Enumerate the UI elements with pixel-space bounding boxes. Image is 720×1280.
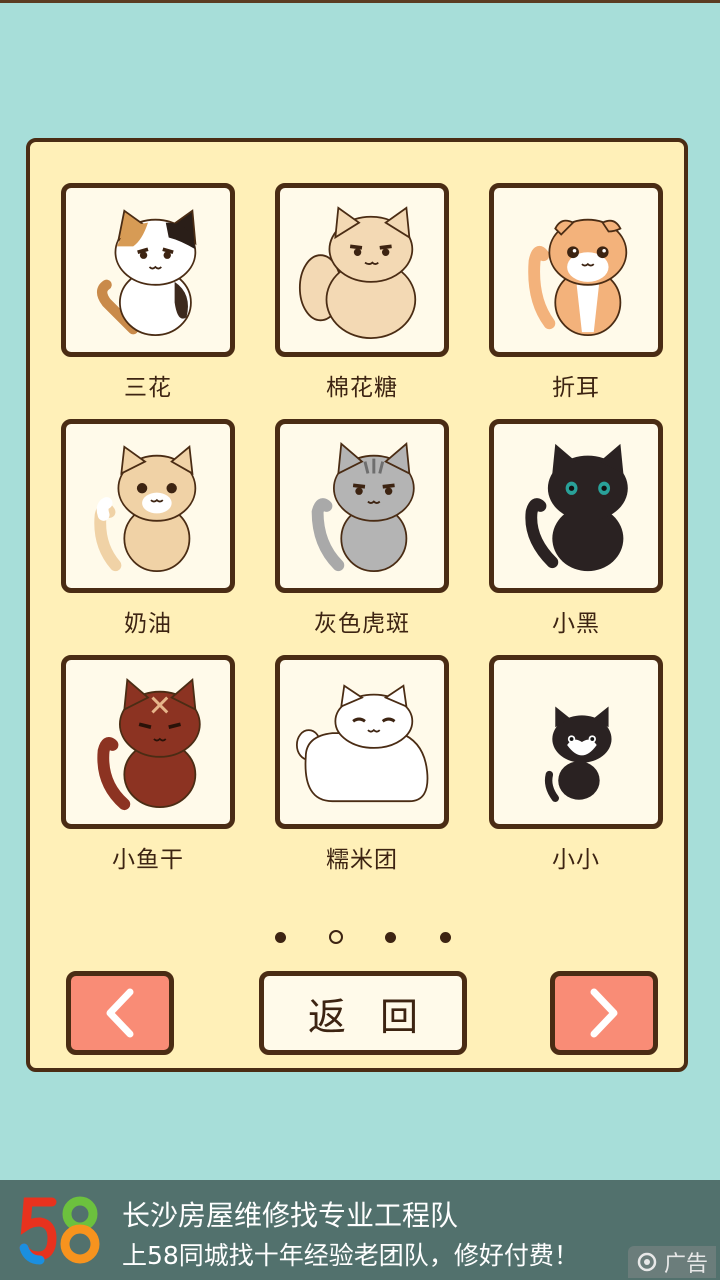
- cat-card-dried-fish[interactable]: [61, 655, 235, 829]
- cat-card-rice-ball[interactable]: [275, 655, 449, 829]
- ad-banner[interactable]: 长沙房屋维修找专业工程队 上58同城找十年经验老团队，修好付费！ 广告: [0, 1180, 720, 1280]
- page-dot-active[interactable]: [329, 930, 343, 944]
- brown-cat-icon: [97, 678, 201, 811]
- ad-refresh-icon: [637, 1252, 657, 1272]
- back-button[interactable]: 返回: [259, 971, 467, 1055]
- ad-subtitle[interactable]: 上58同城找十年经验老团队，修好付费！: [122, 1236, 579, 1272]
- cat-card-scottish-fold[interactable]: [489, 183, 663, 357]
- cat-name-label: 小小: [552, 847, 600, 873]
- ad-tag-label: 广告: [663, 1252, 708, 1277]
- cat-name-label: 糯米团: [326, 847, 398, 873]
- cream-cat-icon: [94, 445, 197, 573]
- chevron-right-icon: [590, 988, 618, 1038]
- page-dot[interactable]: [275, 932, 286, 943]
- white-loaf-cat-icon: [295, 684, 429, 803]
- calico-cat-icon: [96, 209, 197, 337]
- chevron-left-icon: [106, 988, 134, 1038]
- top-border: [0, 0, 720, 3]
- cat-name-label: 三花: [124, 375, 172, 401]
- cat-name-label: 小鱼干: [112, 847, 184, 873]
- 58-logo: [19, 1196, 100, 1265]
- ad-badge[interactable]: 广告: [627, 1246, 716, 1278]
- ad-title[interactable]: 长沙房屋维修找专业工程队: [122, 1194, 458, 1234]
- black-cat-icon: [525, 443, 628, 572]
- cat-name-label: 灰色虎斑: [314, 611, 410, 637]
- cat-name-label: 棉花糖: [326, 375, 398, 401]
- prev-page-button[interactable]: [66, 971, 174, 1055]
- cat-card-marshmallow[interactable]: [275, 183, 449, 357]
- cat-card-calico[interactable]: [61, 183, 235, 357]
- next-page-button[interactable]: [550, 971, 658, 1055]
- cat-name-label: 小黑: [552, 611, 600, 637]
- cat-name-label: 奶油: [124, 611, 172, 637]
- cat-card-gray-tabby[interactable]: [275, 419, 449, 593]
- scottish-fold-cat-icon: [528, 218, 628, 337]
- cat-card-cream[interactable]: [61, 419, 235, 593]
- gray-tabby-cat-icon: [311, 442, 415, 573]
- cat-collection-panel: 三花 棉花糖 折耳 奶油 灰色虎斑 小黑 小鱼干 糯米团 小小 返回: [26, 138, 688, 1072]
- page-dot[interactable]: [440, 932, 451, 943]
- fluffy-cream-cat-icon: [298, 206, 417, 339]
- cat-name-label: 折耳: [552, 375, 600, 401]
- cat-card-black[interactable]: [489, 419, 663, 593]
- tuxedo-kitten-icon: [544, 706, 612, 802]
- page-dot[interactable]: [385, 932, 396, 943]
- cat-card-tiny[interactable]: [489, 655, 663, 829]
